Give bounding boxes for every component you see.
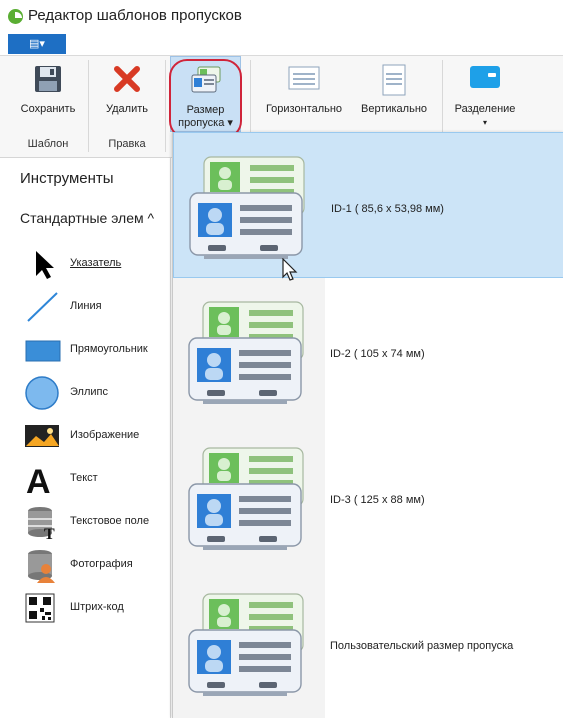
tool-label: Текст (70, 472, 98, 484)
horizontal-button[interactable]: Горизонтально (258, 56, 350, 132)
tool-ellipse[interactable]: Эллипс (24, 375, 170, 411)
floppy-disk-icon (35, 66, 61, 92)
file-menu-button[interactable]: ▤▾ (8, 34, 66, 54)
delete-x-icon (114, 66, 140, 92)
tool-label: Линия (70, 300, 102, 312)
tool-label: Фотография (70, 558, 133, 570)
svg-text:A: A (26, 463, 51, 497)
tool-label: Текстовое поле (70, 515, 150, 527)
save-label: Сохранить (20, 103, 76, 115)
id-badge-icon (179, 444, 309, 554)
horizontal-page-icon (288, 66, 320, 90)
text-icon: A (26, 463, 51, 497)
line-icon (27, 292, 58, 322)
standard-elements-section[interactable]: Стандартные элем ^ (20, 210, 154, 226)
size-option-label: ID-1 ( 85,6 x 53,98 мм) (331, 203, 444, 215)
save-button[interactable]: Сохранить (10, 56, 86, 132)
split-card-icon (470, 66, 500, 88)
delete-button[interactable]: Удалить (92, 56, 162, 132)
split-label-text: Разделение (454, 103, 516, 115)
group-label-template: Шаблон (27, 138, 69, 150)
text-field-icon: T (28, 507, 55, 540)
tool-text-field[interactable]: T Текстовое поле (24, 504, 170, 540)
menu-strip: ▤▾ (0, 33, 563, 56)
size-option-custom[interactable]: Пользовательский размер пропуска (173, 570, 563, 716)
vertical-page-icon (382, 64, 406, 96)
pointer-icon (36, 251, 54, 279)
size-option-label: ID-2 ( 105 x 74 мм) (330, 348, 425, 360)
id-badge-icon (179, 590, 309, 700)
id-badge-icon (179, 298, 309, 408)
split-button[interactable]: Разделение ▾ (448, 56, 522, 132)
badge-size-label-line1: Размер (186, 104, 225, 116)
tools-panel-title: Инструменты (20, 170, 114, 187)
tool-label: Штрих-код (70, 601, 124, 613)
svg-text:T: T (44, 526, 55, 540)
tools-panel: Инструменты Стандартные элем ^ Указатель… (0, 158, 171, 718)
tool-line[interactable]: Линия (24, 289, 170, 325)
rectangle-icon (25, 340, 61, 362)
horizontal-label: Горизонтально (265, 103, 343, 115)
badge-size-dropdown: ID-1 ( 85,6 x 53,98 мм) ID-2 ( 105 x 74 … (172, 132, 563, 718)
mouse-cursor-icon (282, 258, 298, 281)
app-logo-icon (8, 9, 23, 24)
vertical-label: Вертикально (360, 103, 428, 115)
title-bar: Редактор шаблонов пропусков (0, 0, 563, 32)
tool-barcode[interactable]: Штрих-код (24, 590, 170, 626)
tool-photo[interactable]: Фотография (24, 547, 170, 583)
split-label: Разделение ▾ (448, 103, 522, 129)
vertical-button[interactable]: Вертикально (352, 56, 436, 132)
id-badge-icon (180, 153, 310, 263)
tool-label: Прямоугольник (70, 343, 148, 355)
badge-size-label-line2: пропуска ▾ (178, 117, 233, 129)
tool-pointer[interactable]: Указатель (24, 246, 170, 282)
size-option-label: ID-3 ( 125 x 88 мм) (330, 494, 425, 506)
ellipse-icon (25, 376, 59, 410)
split-dropdown-arrow: ▾ (482, 118, 487, 127)
badge-size-label: Размер пропуска ▾ (171, 104, 240, 130)
image-icon (25, 425, 59, 447)
tool-label: Эллипс (70, 386, 108, 398)
photo-icon (28, 550, 55, 583)
tool-text[interactable]: A Текст (24, 461, 170, 497)
size-option-id2[interactable]: ID-2 ( 105 x 74 мм) (173, 278, 563, 424)
tool-label: Указатель (70, 257, 122, 269)
tool-rectangle[interactable]: Прямоугольник (24, 332, 170, 368)
barcode-icon (25, 593, 55, 623)
badge-size-icon (191, 66, 220, 93)
ribbon-separator (88, 60, 89, 152)
tool-label: Изображение (70, 429, 140, 441)
ribbon-separator (165, 60, 166, 152)
size-option-id3[interactable]: ID-3 ( 125 x 88 мм) (173, 424, 563, 570)
size-option-id1[interactable]: ID-1 ( 85,6 x 53,98 мм) (173, 132, 563, 278)
tool-image[interactable]: Изображение (24, 418, 170, 454)
delete-label: Удалить (106, 103, 148, 115)
size-option-label: Пользовательский размер пропуска (330, 640, 514, 652)
group-label-edit: Правка (108, 138, 146, 150)
window-title: Редактор шаблонов пропусков (28, 7, 242, 24)
badge-size-button[interactable]: Размер пропуска ▾ (170, 56, 241, 132)
